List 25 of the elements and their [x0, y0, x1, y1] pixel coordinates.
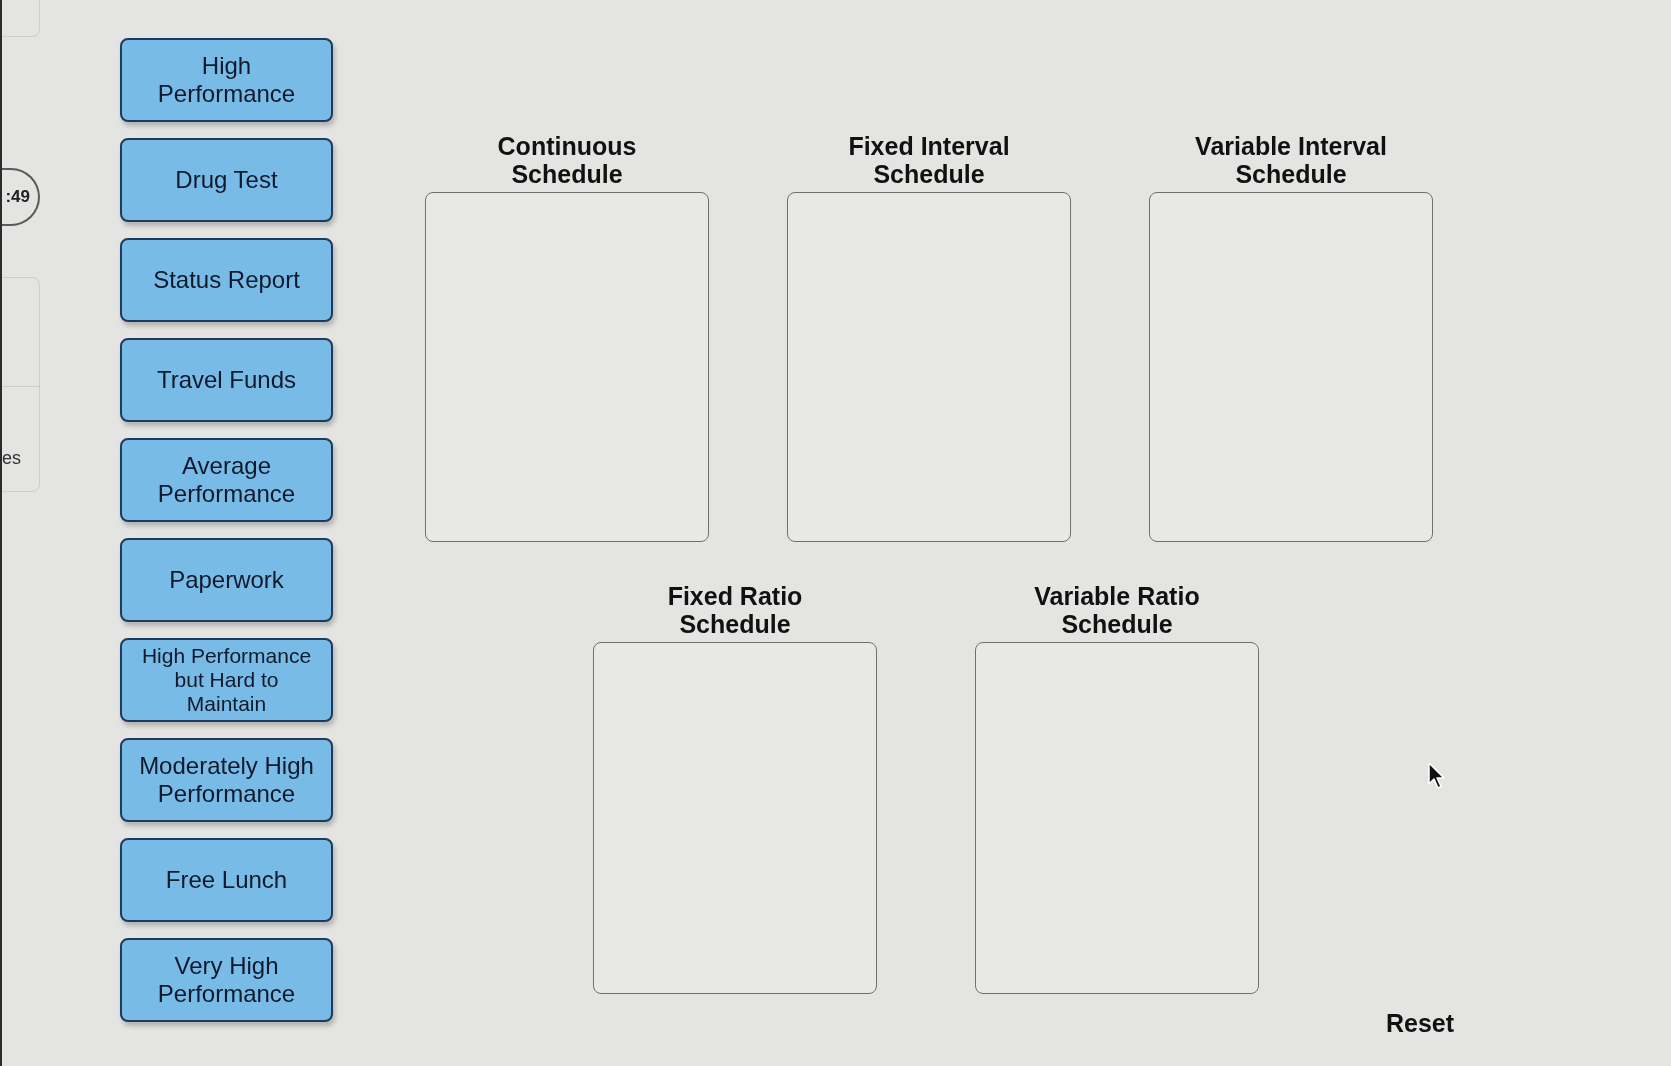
- draggable-card[interactable]: Travel Funds: [120, 338, 333, 422]
- drop-zone[interactable]: [425, 192, 709, 542]
- side-panel: [2, 0, 40, 37]
- drop-zone[interactable]: [1149, 192, 1433, 542]
- panel-label: es: [2, 448, 21, 468]
- drop-zone[interactable]: [787, 192, 1071, 542]
- zone-heading: Variable Ratio Schedule: [1033, 582, 1201, 638]
- draggable-card[interactable]: High Performance: [120, 38, 333, 122]
- drop-zone[interactable]: [975, 642, 1259, 994]
- zone-heading: Continuous Schedule: [496, 132, 638, 188]
- draggable-card[interactable]: Drug Test: [120, 138, 333, 222]
- zone-heading: Fixed Ratio Schedule: [666, 582, 804, 638]
- draggable-card[interactable]: Paperwork: [120, 538, 333, 622]
- draggable-card[interactable]: Moderately High Performance: [120, 738, 333, 822]
- cursor-icon: [1428, 762, 1446, 789]
- number-badge: :49: [2, 168, 40, 226]
- reset-button[interactable]: Reset: [1386, 1008, 1455, 1038]
- draggable-card[interactable]: Status Report: [120, 238, 333, 322]
- zone-heading: Fixed Interval Schedule: [847, 132, 1011, 188]
- zone-heading: Variable Interval Schedule: [1194, 132, 1388, 188]
- draggable-card[interactable]: Free Lunch: [120, 838, 333, 922]
- draggable-card[interactable]: Average Performance: [120, 438, 333, 522]
- drop-zone[interactable]: [593, 642, 877, 994]
- draggable-card[interactable]: High Performance but Hard to Maintain: [120, 638, 333, 722]
- draggable-card[interactable]: Very High Performance: [120, 938, 333, 1022]
